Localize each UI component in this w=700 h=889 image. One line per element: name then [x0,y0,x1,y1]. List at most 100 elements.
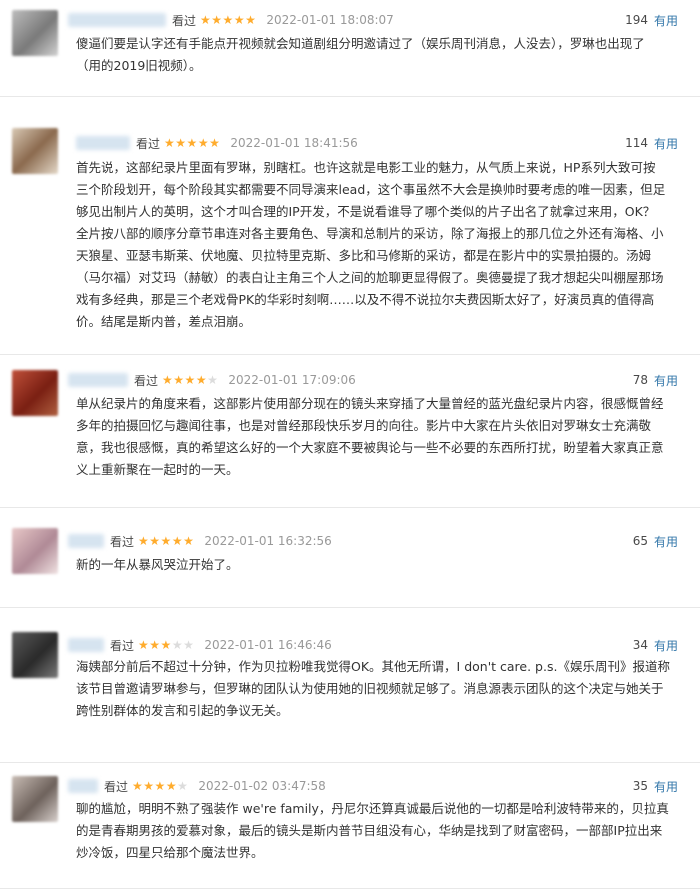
review-text-line: （马尔福）对艾玛（赫敏）的表白让主角三个人之间的尬聊更显得假了。奥德曼提了我才想… [76,270,664,285]
review-time: 2022-01-02 03:47:58 [198,779,326,793]
star-filled-icon: ★ [160,534,172,548]
watch-status: 看过 [110,638,135,653]
useful-button[interactable]: 有用 [654,12,678,29]
review-content: 单从纪录片的角度来看，这部影片使用部分现在的镜头来穿插了大量曾经的蓝光盘纪录片内… [76,393,664,481]
user-avatar[interactable] [12,632,58,678]
review-time: 2022-01-01 16:46:46 [204,638,332,652]
review-text-line: 意，我也很感慨，真的希望这么好的一个大家庭不要被舆论与一些不必要的东西所打扰，盼… [76,440,664,455]
star-filled-icon: ★ [138,534,150,548]
user-avatar[interactable] [12,128,58,174]
review-text-line: 首先说，这部纪录片里面有罗琳，别瞎杠。也许这就是电影工业的魅力，从气质上来说，H… [76,160,656,175]
review-text-line: 多年的拍摄回忆与趣闻往事，也是对曾经那段快乐岁月的向往。影片中大家在片头依旧对罗… [76,418,652,433]
username-link[interactable] [68,779,98,793]
user-avatar[interactable] [12,10,58,56]
useful-button[interactable]: 有用 [654,778,678,795]
vote-area: 65 有用 [633,530,678,552]
review-text-line: 傻逼们要是认字还有手能点开视频就会知道剧组分明邀请过了（娱乐周刊消息，人没去），… [76,36,645,51]
star-filled-icon: ★ [175,136,187,150]
star-filled-icon: ★ [173,373,185,387]
username-link[interactable] [76,136,130,150]
vote-count: 114 [625,136,648,150]
review-text-line: 义上重新聚在一起时的一天。 [76,462,239,477]
useful-button[interactable]: 有用 [654,135,678,152]
username-link[interactable] [68,534,104,548]
review-text-line: 全片按八部的顺序分章节串连对各主要角色、导演和总制片的采访，除了海报上的那几位之… [76,226,664,241]
user-avatar[interactable] [12,776,58,822]
star-filled-icon: ★ [184,373,196,387]
useful-button[interactable]: 有用 [654,372,678,389]
star-empty-icon: ★ [171,638,184,652]
star-filled-icon: ★ [160,638,172,652]
vote-area: 34 有用 [633,634,678,656]
watch-status: 看过 [104,779,129,794]
star-filled-icon: ★ [200,13,212,27]
review-content: 海姨部分前后不超过十分钟，作为贝拉粉唯我觉得OK。其他无所谓，I don't c… [76,656,670,722]
user-avatar[interactable] [12,370,58,416]
star-filled-icon: ★ [197,136,210,150]
review-item: 看过 ★★★★★ 2022-01-01 17:09:06 78 有用单从纪录片的角度来看… [0,355,700,508]
rating-stars: ★★★★★ [164,136,220,150]
review-time: 2022-01-01 17:09:06 [228,373,356,387]
review-text-line: 单从纪录片的角度来看，这部影片使用部分现在的镜头来穿插了大量曾经的蓝光盘纪录片内… [76,396,664,411]
vote-area: 78 有用 [633,369,678,391]
review-time: 2022-01-01 18:41:56 [230,136,358,150]
review-meta: 看过 ★★★★★ 2022-01-01 18:41:56 [76,132,358,154]
useful-button[interactable]: 有用 [654,533,678,550]
star-empty-icon: ★ [177,779,189,793]
review-time: 2022-01-01 16:32:56 [204,534,332,548]
rating-stars: ★★★★★ [200,13,256,27]
watch-status: 看过 [172,13,197,28]
username-link[interactable] [68,638,104,652]
review-list: 看过 ★★★★★ 2022-01-01 18:08:07 194 有用傻逼们要是认字还有… [0,0,700,889]
review-text-line: 炒冷饭，四星只给那个魔法世界。 [76,845,264,860]
useful-button[interactable]: 有用 [654,637,678,654]
vote-count: 78 [632,373,648,387]
review-meta: 看过 ★★★★★ 2022-01-01 17:09:06 [68,369,356,391]
username-link[interactable] [68,13,166,27]
star-empty-icon: ★ [183,638,195,652]
review-text-line: （用的2019旧视频）。 [76,58,202,73]
vote-count: 34 [632,638,648,652]
review-content: 新的一年从暴风哭泣开始了。 [76,554,239,576]
review-meta: 看过 ★★★★★ 2022-01-01 16:32:56 [68,530,332,552]
review-text-line: 的是青春期男孩的爱慕对象，最后的镜头是斯内普节目组没有心，华纳是找到了财富密码，… [76,823,663,838]
review-meta: 看过 ★★★★★ 2022-01-01 18:08:07 [68,9,394,31]
review-item: 看过 ★★★★★ 2022-01-01 18:41:56 114 有用 首先说，这部纪录片… [0,97,700,355]
vote-area: 194 有用 [625,9,678,31]
vote-area: 114 有用 [625,132,678,154]
review-item: 看过 ★★★★★ 2022-01-01 16:46:46 34 有用海姨部分前后不超过十… [0,608,700,763]
star-filled-icon: ★ [149,534,161,548]
rating-stars: ★★★★★ [162,373,218,387]
user-avatar[interactable] [12,528,58,574]
star-filled-icon: ★ [132,779,144,793]
watch-status: 看过 [110,534,135,549]
rating-stars: ★★★★★ [138,638,194,652]
star-filled-icon: ★ [209,136,221,150]
review-text-line: 戏有多经典，那是三个老戏骨PK的华彩时刻啊……以及不得不说拉尔夫费因斯太好了，好… [76,292,655,307]
review-meta: 看过 ★★★★★ 2022-01-01 16:46:46 [68,634,332,656]
review-content: 首先说，这部纪录片里面有罗琳，别瞎杠。也许这就是电影工业的魅力，从气质上来说，H… [76,157,665,333]
review-text-line: 聊的尴尬，明明不熟了强装作 we're family，丹尼尔还算真诚最后说他的一… [76,801,669,816]
vote-count: 65 [632,534,648,548]
star-filled-icon: ★ [171,534,184,548]
star-filled-icon: ★ [183,534,195,548]
rating-stars: ★★★★★ [132,779,188,793]
review-text-line: 新的一年从暴风哭泣开始了。 [76,557,239,572]
star-filled-icon: ★ [222,13,234,27]
watch-status: 看过 [136,136,161,151]
review-text-line: 够见出制片人的英明，这个才叫合理的IP开发，不是说看谁导了哪个类似的片子出名了就… [76,204,656,219]
vote-area: 35 有用 [633,775,678,797]
star-filled-icon: ★ [211,13,223,27]
review-text-line: 三个阶段划开，每个阶段其实都需要不同导演来lead，这个事虽然不大会是换帅时要考… [76,182,666,197]
watch-status: 看过 [134,373,159,388]
star-filled-icon: ★ [164,136,176,150]
username-link[interactable] [68,373,128,387]
star-filled-icon: ★ [165,779,178,793]
star-filled-icon: ★ [186,136,198,150]
review-item: 看过 ★★★★★ 2022-01-01 18:08:07 194 有用傻逼们要是认字还有… [0,0,700,97]
review-text-line: 跨性别群体的发言和引起的争议无关。 [76,703,289,718]
review-item: 看过 ★★★★★ 2022-01-02 03:47:58 35 有用聊的尴尬，明明不熟了… [0,763,700,889]
star-filled-icon: ★ [138,638,150,652]
review-meta: 看过 ★★★★★ 2022-01-02 03:47:58 [68,775,326,797]
star-filled-icon: ★ [195,373,208,387]
